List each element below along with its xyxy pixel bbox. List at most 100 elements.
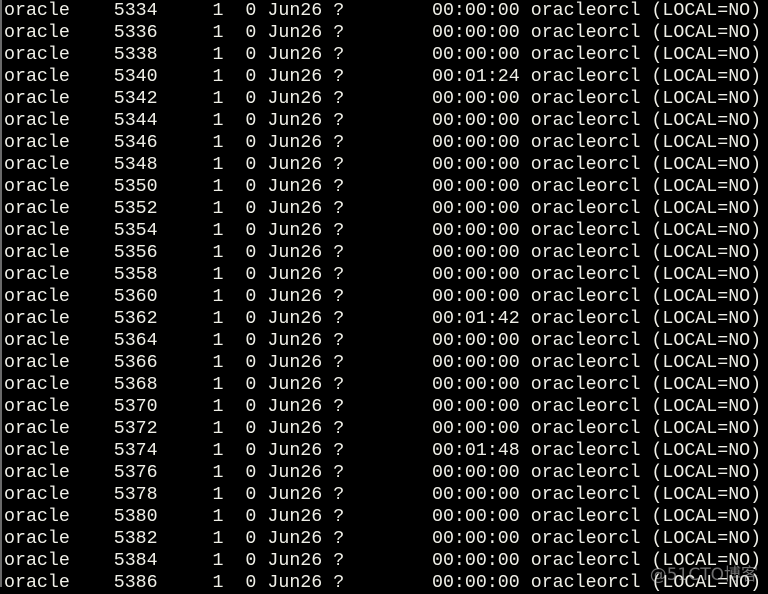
cell-stime: Jun26 — [267, 221, 323, 241]
cell-user: oracle — [4, 551, 70, 571]
cell-c: 0 — [245, 353, 257, 373]
cell-stime: Jun26 — [267, 287, 323, 307]
cell-tty: ? — [333, 45, 345, 65]
cell-time: 00:00:00 — [431, 573, 520, 593]
cell-cmd: oracleorcl — [530, 155, 641, 175]
cell-c: 0 — [245, 419, 257, 439]
cell-pid: 5362 — [113, 309, 158, 329]
cell-user: oracle — [4, 265, 70, 285]
cell-pid: 5368 — [113, 375, 158, 395]
cell-cmd: oracleorcl — [530, 265, 641, 285]
cell-c: 0 — [245, 1, 257, 21]
cell-stime: Jun26 — [267, 331, 323, 351]
cell-ppid: 1 — [212, 507, 224, 527]
cell-ppid: 1 — [212, 529, 224, 549]
cell-args: (LOCAL=NO) — [651, 199, 762, 219]
cell-tty: ? — [333, 573, 345, 593]
process-row: oracle 5366 1 0 Jun26 ? 00:00:00 oracleo… — [4, 352, 761, 374]
cell-tty: ? — [333, 375, 345, 395]
cell-cmd: oracleorcl — [530, 375, 641, 395]
cell-cmd: oracleorcl — [530, 573, 641, 593]
process-row: oracle 5374 1 0 Jun26 ? 00:01:48 oracleo… — [4, 440, 761, 462]
cell-c: 0 — [245, 463, 257, 483]
cell-args: (LOCAL=NO) — [651, 507, 762, 527]
cell-ppid: 1 — [212, 45, 224, 65]
cell-tty: ? — [333, 89, 345, 109]
process-row: oracle 5348 1 0 Jun26 ? 00:00:00 oracleo… — [4, 154, 761, 176]
process-row: oracle 5368 1 0 Jun26 ? 00:00:00 oracleo… — [4, 374, 761, 396]
cell-c: 0 — [245, 133, 257, 153]
process-row: oracle 5356 1 0 Jun26 ? 00:00:00 oracleo… — [4, 242, 761, 264]
terminal-output[interactable]: oracle 5334 1 0 Jun26 ? 00:00:00 oracleo… — [4, 0, 761, 594]
cell-cmd: oracleorcl — [530, 397, 641, 417]
cell-tty: ? — [333, 441, 345, 461]
process-row: oracle 5358 1 0 Jun26 ? 00:00:00 oracleo… — [4, 264, 761, 286]
cell-tty: ? — [333, 463, 345, 483]
cell-ppid: 1 — [212, 375, 224, 395]
cell-pid: 5378 — [113, 485, 158, 505]
process-row: oracle 5340 1 0 Jun26 ? 00:01:24 oracleo… — [4, 66, 761, 88]
cell-user: oracle — [4, 529, 70, 549]
cell-args: (LOCAL=NO) — [651, 155, 762, 175]
cell-c: 0 — [245, 221, 257, 241]
cell-time: 00:01:42 — [431, 309, 520, 329]
cell-stime: Jun26 — [267, 89, 323, 109]
cell-cmd: oracleorcl — [530, 529, 641, 549]
cell-c: 0 — [245, 155, 257, 175]
process-row: oracle 5380 1 0 Jun26 ? 00:00:00 oracleo… — [4, 506, 761, 528]
cell-cmd: oracleorcl — [530, 1, 641, 21]
cell-ppid: 1 — [212, 485, 224, 505]
cell-tty: ? — [333, 243, 345, 263]
cell-args: (LOCAL=NO) — [651, 331, 762, 351]
cell-cmd: oracleorcl — [530, 111, 641, 131]
cell-user: oracle — [4, 199, 70, 219]
cell-time: 00:00:00 — [431, 287, 520, 307]
cell-stime: Jun26 — [267, 375, 323, 395]
process-row: oracle 5354 1 0 Jun26 ? 00:00:00 oracleo… — [4, 220, 761, 242]
cell-stime: Jun26 — [267, 45, 323, 65]
cell-cmd: oracleorcl — [530, 133, 641, 153]
cell-user: oracle — [4, 177, 70, 197]
cell-pid: 5374 — [113, 441, 158, 461]
cell-pid: 5380 — [113, 507, 158, 527]
cell-stime: Jun26 — [267, 551, 323, 571]
cell-stime: Jun26 — [267, 133, 323, 153]
cell-time: 00:00:00 — [431, 221, 520, 241]
cell-args: (LOCAL=NO) — [651, 463, 762, 483]
cell-user: oracle — [4, 419, 70, 439]
cell-user: oracle — [4, 397, 70, 417]
cell-stime: Jun26 — [267, 573, 323, 593]
cell-ppid: 1 — [212, 243, 224, 263]
cell-user: oracle — [4, 67, 70, 87]
cell-ppid: 1 — [212, 199, 224, 219]
process-row: oracle 5352 1 0 Jun26 ? 00:00:00 oracleo… — [4, 198, 761, 220]
process-row: oracle 5342 1 0 Jun26 ? 00:00:00 oracleo… — [4, 88, 761, 110]
cell-ppid: 1 — [212, 441, 224, 461]
cell-cmd: oracleorcl — [530, 485, 641, 505]
cell-stime: Jun26 — [267, 353, 323, 373]
cell-pid: 5354 — [113, 221, 158, 241]
cell-pid: 5360 — [113, 287, 158, 307]
cell-c: 0 — [245, 375, 257, 395]
cell-cmd: oracleorcl — [530, 89, 641, 109]
cell-stime: Jun26 — [267, 529, 323, 549]
cell-user: oracle — [4, 463, 70, 483]
cell-c: 0 — [245, 89, 257, 109]
cell-cmd: oracleorcl — [530, 199, 641, 219]
cell-user: oracle — [4, 309, 70, 329]
cell-tty: ? — [333, 1, 345, 21]
process-row: oracle 5382 1 0 Jun26 ? 00:00:00 oracleo… — [4, 528, 761, 550]
cell-time: 00:00:00 — [431, 23, 520, 43]
cell-args: (LOCAL=NO) — [651, 265, 762, 285]
cell-pid: 5366 — [113, 353, 158, 373]
cell-args: (LOCAL=NO) — [651, 221, 762, 241]
cell-args: (LOCAL=NO) — [651, 419, 762, 439]
cell-c: 0 — [245, 243, 257, 263]
cell-pid: 5348 — [113, 155, 158, 175]
cell-cmd: oracleorcl — [530, 507, 641, 527]
cell-args: (LOCAL=NO) — [651, 177, 762, 197]
cell-pid: 5336 — [113, 23, 158, 43]
cell-c: 0 — [245, 485, 257, 505]
cell-args: (LOCAL=NO) — [651, 287, 762, 307]
cell-pid: 5356 — [113, 243, 158, 263]
